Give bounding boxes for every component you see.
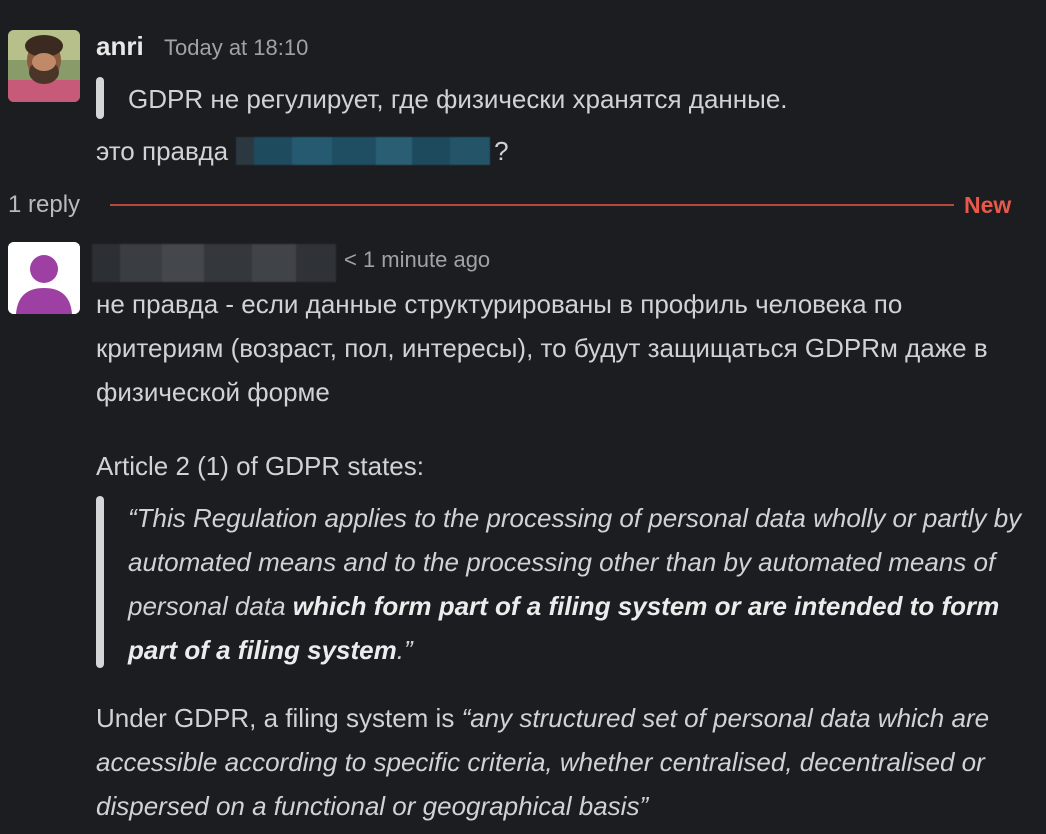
- user-avatar-photo[interactable]: [8, 30, 80, 102]
- definition-plain: Under GDPR, a filing system is: [96, 703, 462, 733]
- slack-thread-view: anri Today at 18:10 GDPR не регулирует, …: [0, 0, 1046, 834]
- default-user-avatar[interactable]: [8, 242, 80, 314]
- message-timestamp[interactable]: Today at 18:10: [164, 34, 308, 62]
- gdpr-quote-end: .”: [396, 635, 413, 665]
- article-intro: Article 2 (1) of GDPR states:: [96, 451, 424, 481]
- new-messages-divider: [110, 204, 954, 206]
- filing-system-definition: Under GDPR, a filing system is “any stru…: [96, 696, 1036, 828]
- quoted-text: GDPR не регулирует, где физически хранят…: [128, 84, 788, 114]
- reply-count: 1 reply: [8, 191, 81, 218]
- message-sender-name[interactable]: anri: [96, 30, 144, 62]
- new-messages-label: New: [964, 192, 1012, 218]
- blockquote-bar: [96, 496, 104, 668]
- message-text: это правда?: [96, 134, 509, 168]
- blockquote-bar: [96, 77, 104, 119]
- redacted-mention[interactable]: [236, 137, 491, 166]
- gdpr-quote: “This Regulation applies to the processi…: [128, 496, 1038, 672]
- message-text-start: это правда: [96, 136, 229, 166]
- message-timestamp[interactable]: < 1 minute ago: [344, 246, 490, 274]
- reply-text: не правда - если данные структурированы …: [96, 289, 988, 407]
- message-text-end: ?: [494, 136, 509, 166]
- redacted-sender-name[interactable]: [92, 244, 336, 282]
